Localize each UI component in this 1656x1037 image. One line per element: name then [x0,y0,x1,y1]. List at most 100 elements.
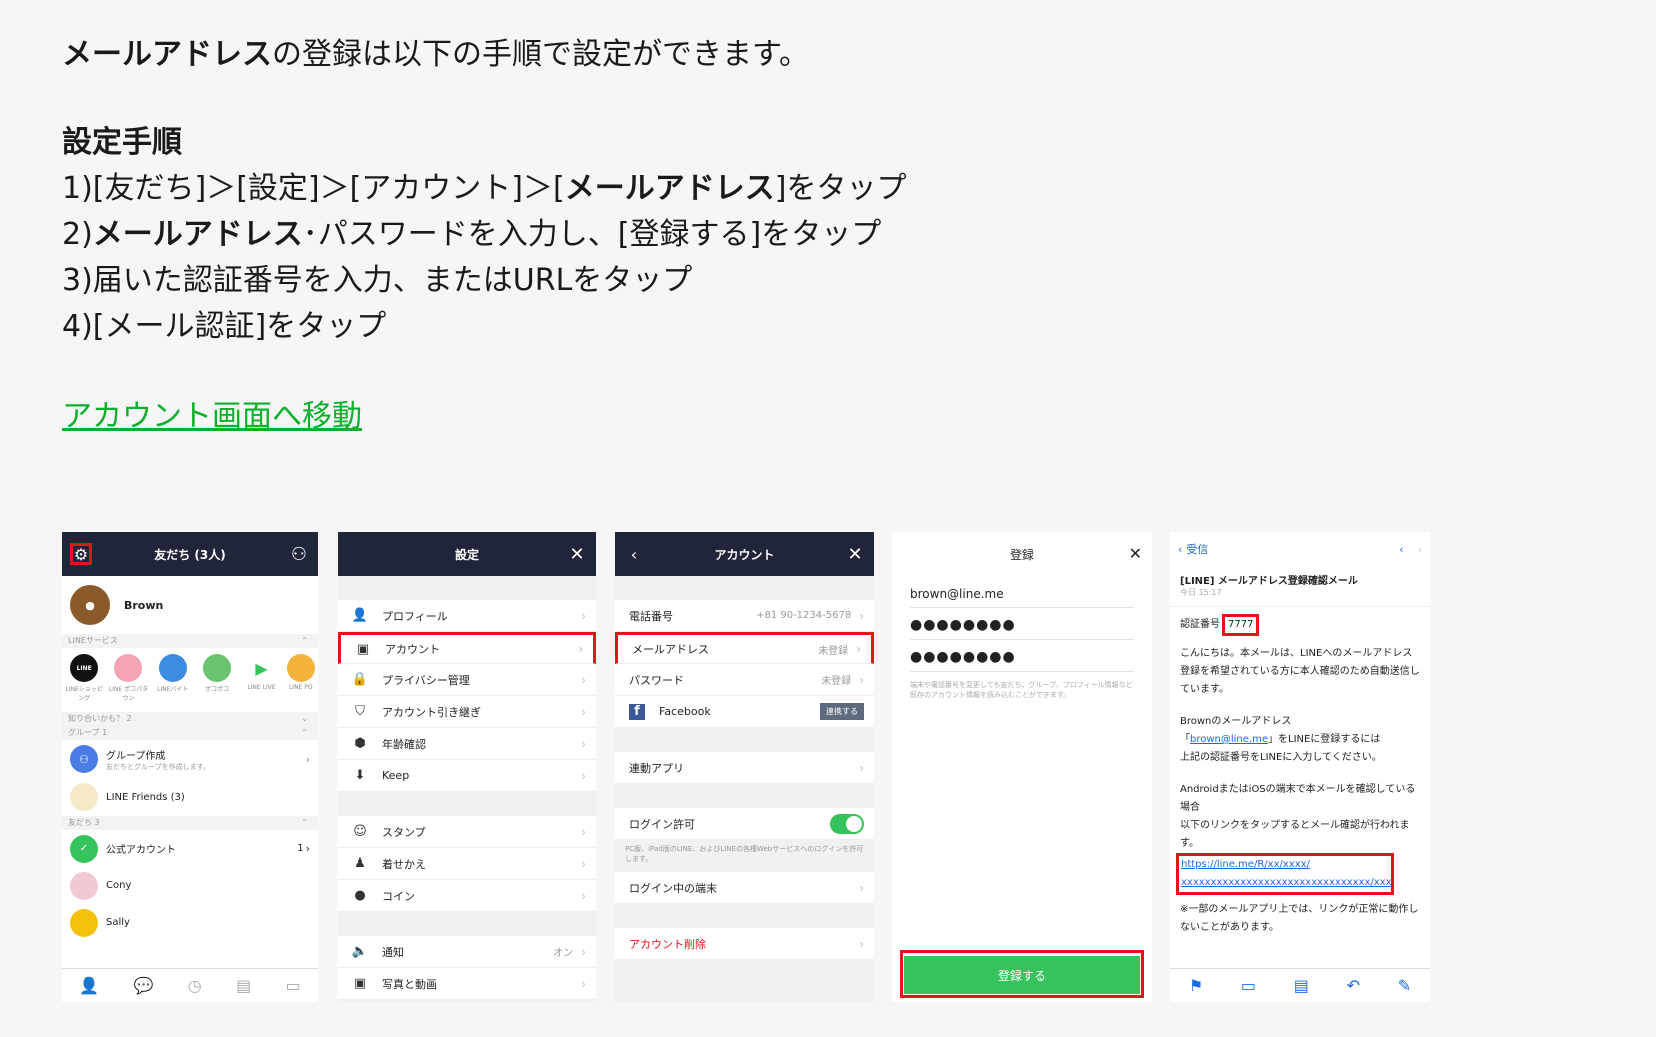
delete-account-row[interactable]: アカウント削除 › [615,928,874,960]
instructions: メールアドレスの登録は以下の手順で設定ができます。 設定手順 1)[友だち]＞[… [62,28,1562,440]
register-title: 登録 [1009,547,1034,562]
add-friend-icon[interactable]: ⚇ [288,543,310,565]
next-mail-icon[interactable]: › [1418,543,1422,556]
settings-account[interactable]: ▣ アカウント › [338,632,596,664]
folder-icon[interactable]: ▭ [1241,976,1256,995]
news-tab-icon[interactable]: ▤ [236,976,251,995]
service-pokopa[interactable]: LINE ポコパタウン [108,654,148,702]
mail-header: [LINE] メールアドレス登録確認メール 今日 15:17 [1170,566,1430,607]
line-services-section: LINEサービス ⌃ [62,634,318,648]
line-live-icon: ▶ [247,654,276,682]
speaker-icon: 🔈 [351,944,369,959]
verification-url-highlight: https://line.me/R/xx/xxxx/ xxxxxxxxxxxxx… [1176,853,1394,895]
password-row[interactable]: パスワード 未登録 › [615,664,874,696]
service-live[interactable]: ▶ LINE LIVE [241,654,281,691]
smile-icon: ☺ [353,824,367,839]
settings-profile[interactable]: 👤 プロフィール › [338,600,596,632]
facebook-icon: f [629,703,645,720]
password-confirm-input[interactable]: ●●●●●●●● [910,640,1134,672]
verification-url-2[interactable]: xxxxxxxxxxxxxxxxxxxxxxxxxxxxxxxx/xxxx [1181,874,1391,892]
login-allow-toggle[interactable] [830,813,864,834]
service-pokopoko[interactable]: ポコポコ [197,654,237,693]
lock-icon: 🔒 [351,672,369,687]
compose-icon[interactable]: ✎ [1398,976,1411,995]
id-card-icon: ▣ [356,641,370,657]
official-account-row[interactable]: ✓ 公式アカウント 1 › [62,830,318,867]
account-title: アカウント [714,547,775,562]
create-group-row[interactable]: ⚇ グループ作成 友だちとグループを作成します。 › [62,740,318,778]
chevron-right-icon: › [305,752,310,766]
line-friends-row[interactable]: LINE Friends (3) [62,778,318,816]
settings-photos-videos[interactable]: ▣ 写真と動画 › [338,968,596,1000]
friend-row-sally[interactable]: Sally [62,904,318,941]
back-chevron-icon[interactable]: ‹ [1178,543,1182,556]
maybe-friends-section: 知り合いかも？ 2 ⌄ [62,712,318,726]
settings-coins[interactable]: ● コイン › [338,880,596,912]
settings-transfer[interactable]: ⛉ アカウント引き継ぎ › [338,696,596,728]
step-2: 2)メールアドレス･パスワードを入力し、[登録する]をタップ [62,217,882,252]
settings-gear-icon[interactable]: ⚙ [70,543,92,565]
intro-text: メールアドレスの登録は以下の手順で設定ができます。 [62,37,809,72]
account-screen: ‹ アカウント ✕ 電話番号 +81 90-1234-5678 › メールアドレス未… [615,532,874,1002]
close-icon[interactable]: ✕ [1129,544,1142,563]
friends-tabbar: 👤 💬 ◷ ▤ ▭ [62,968,318,1002]
login-allow-row: ログイン許可 [615,808,874,840]
password-input[interactable]: ●●●●●●●● [910,608,1134,640]
settings-keep[interactable]: ⬇ Keep › [338,760,596,792]
linked-apps-row[interactable]: 連動アプリ › [615,752,874,784]
close-icon[interactable]: ✕ [566,543,588,565]
verification-code: 7777 [1222,614,1260,636]
facebook-link-button[interactable]: 連携する [820,703,864,720]
logged-in-devices-row[interactable]: ログイン中の端末 › [615,872,874,904]
flag-icon[interactable]: ⚑ [1189,976,1203,995]
register-note: 端末や電話番号を変更しても友だち、グループ、プロフィール情報など既存のアカウント… [910,681,1133,699]
email-address-row[interactable]: メールアドレス 未登録 › [615,632,874,664]
settings-notifications[interactable]: 🔈 通知 オン › [338,936,596,968]
friend-row-cony[interactable]: Cony [62,867,318,904]
settings-themes[interactable]: ♟ 着せかえ › [338,848,596,880]
prev-mail-icon[interactable]: ‹ [1399,543,1403,556]
close-icon[interactable]: ✕ [844,543,866,565]
archive-icon[interactable]: ▤ [1294,976,1309,995]
mail-subject: [LINE] メールアドレス登録確認メール [1180,576,1358,587]
friends-header: ⚙ 友だち (3人) ⚇ [62,532,318,576]
timeline-tab-icon[interactable]: ◷ [188,976,202,995]
settings-privacy[interactable]: 🔒 プライバシー管理 › [338,664,596,696]
back-arrow-icon[interactable]: ‹ [623,543,645,565]
sally-avatar [70,908,98,937]
register-header: 登録 ✕ [892,532,1152,576]
service-po[interactable]: LINE PO [286,654,316,691]
wallet-tab-icon[interactable]: ▭ [286,976,301,995]
coin-icon: ● [354,888,366,903]
settings-header: 設定 ✕ [338,532,596,576]
account-screen-link[interactable]: アカウント画面へ移動 [62,394,362,440]
step-3: 3)届いた認証番号を入力、またはURLをタップ [62,263,693,298]
pokopoko-icon [203,654,232,682]
friends-screen: ⚙ 友だち (3人) ⚇ ● Brown LINEサービス ⌃ LINE LINEシ… [62,532,318,1002]
register-button[interactable]: 登録する [904,956,1140,994]
settings-age-verify[interactable]: ⬢ 年齢確認 › [338,728,596,760]
service-shopping[interactable]: LINE LINEショッピング [64,654,104,702]
reply-icon[interactable]: ↶ [1347,976,1360,995]
friends-tab-icon[interactable]: 👤 [79,976,99,995]
pokopa-icon [114,654,143,682]
login-allow-note: PC版、iPad版のLINE、およびLINEの各種Webサービスへのログインを許… [625,845,864,863]
settings-stamps[interactable]: ☺ スタンプ › [338,816,596,848]
account-header: ‹ アカウント ✕ [615,532,874,576]
inbox-back[interactable]: 受信 [1186,541,1399,557]
friends-title: 友だち (3人) [154,547,226,562]
verification-code-line: 認証番号 7777 [1180,613,1420,637]
baito-icon [158,654,187,682]
service-baito[interactable]: LINEバイト [153,654,193,693]
email-link[interactable]: brown@line.me [1190,734,1268,745]
groups-section: グループ 1 ⌃ [62,726,318,740]
my-profile[interactable]: ● Brown [62,576,318,634]
mail-toolbar: ⚑ ▭ ▤ ↶ ✎ [1170,968,1430,1002]
email-input[interactable]: brown@line.me [910,576,1134,608]
verification-url-1[interactable]: https://line.me/R/xx/xxxx/ [1181,856,1389,874]
services-row: LINE LINEショッピング LINE ポコパタウン LINEバイト ポコポコ … [62,648,318,712]
chat-tab-icon[interactable]: 💬 [133,976,153,995]
settings-screen: 設定 ✕ 👤 プロフィール › ▣ アカウント › 🔒 プライバシー管理 › ⛉ アカウント引… [338,532,596,1002]
line-friends-avatar [70,783,98,811]
phone-number-row[interactable]: 電話番号 +81 90-1234-5678 › [615,600,874,632]
